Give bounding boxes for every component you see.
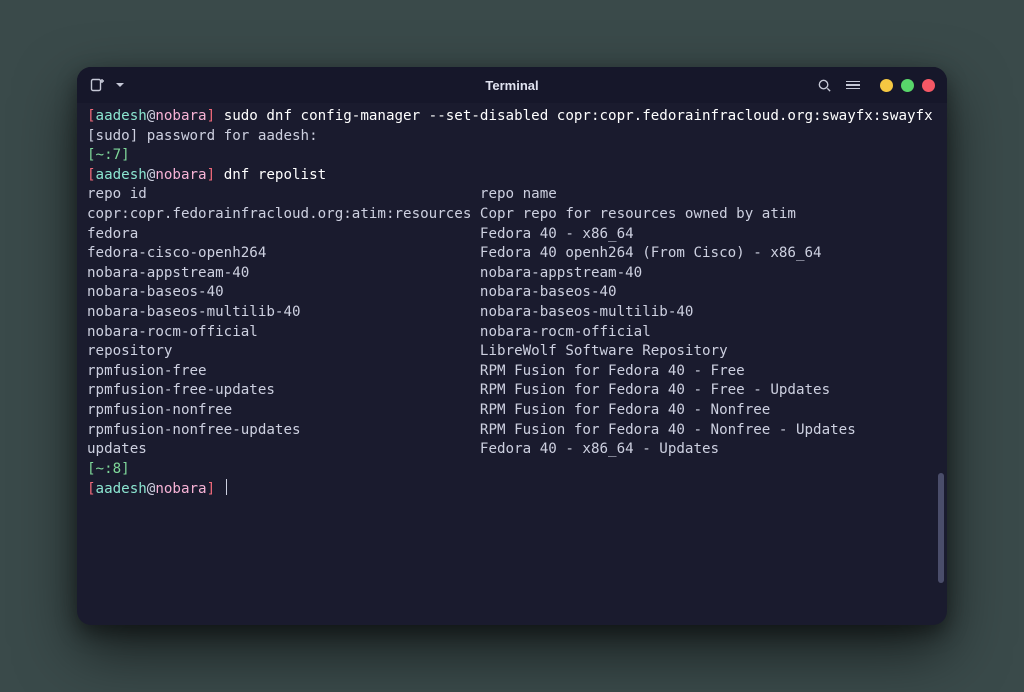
prompt-host: nobara xyxy=(155,167,206,183)
prompt-bracket-close: ] xyxy=(207,167,216,183)
output-sudo: [sudo] password for aadesh: xyxy=(87,128,318,144)
prompt-bracket-open: [ xyxy=(87,481,96,497)
close-button[interactable] xyxy=(922,79,935,92)
window-buttons xyxy=(880,79,935,92)
command-text: sudo dnf config-manager --set-disabled c… xyxy=(224,108,933,124)
new-tab-icon[interactable] xyxy=(89,77,105,93)
repo-row: nobara-appstream-40 nobara-appstream-40 xyxy=(87,265,642,281)
prompt-bracket-close: ] xyxy=(207,481,216,497)
repo-row: nobara-rocm-official nobara-rocm-officia… xyxy=(87,324,651,340)
repo-header: repo id repo name xyxy=(87,186,557,202)
repo-row: rpmfusion-nonfree-updates RPM Fusion for… xyxy=(87,422,856,438)
prompt-user: aadesh xyxy=(96,481,147,497)
repo-row: rpmfusion-free RPM Fusion for Fedora 40 … xyxy=(87,363,745,379)
time-marker: [~:8] xyxy=(87,461,130,477)
titlebar: Terminal xyxy=(77,67,947,103)
repo-row: repository LibreWolf Software Repository xyxy=(87,343,728,359)
maximize-button[interactable] xyxy=(901,79,914,92)
titlebar-left xyxy=(89,77,125,93)
terminal-window: Terminal [aadesh@nobara] sudo dnf config… xyxy=(77,67,947,625)
prompt-host: nobara xyxy=(155,108,206,124)
chevron-down-icon[interactable] xyxy=(115,80,125,90)
time-marker: [~:7] xyxy=(87,147,130,163)
repo-row: copr:copr.fedorainfracloud.org:atim:reso… xyxy=(87,206,796,222)
prompt-host: nobara xyxy=(155,481,206,497)
command-text: dnf repolist xyxy=(224,167,327,183)
prompt-bracket-close: ] xyxy=(207,108,216,124)
repo-row: updates Fedora 40 - x86_64 - Updates xyxy=(87,441,719,457)
repo-row: fedora Fedora 40 - x86_64 xyxy=(87,226,634,242)
repo-row: nobara-baseos-40 nobara-baseos-40 xyxy=(87,284,617,300)
prompt-bracket-open: [ xyxy=(87,167,96,183)
menu-icon[interactable] xyxy=(846,81,860,90)
repo-row: fedora-cisco-openh264 Fedora 40 openh264… xyxy=(87,245,822,261)
cursor xyxy=(226,479,228,495)
repo-row: nobara-baseos-multilib-40 nobara-baseos-… xyxy=(87,304,693,320)
prompt-user: aadesh xyxy=(96,108,147,124)
search-icon[interactable] xyxy=(817,78,832,93)
prompt-bracket-open: [ xyxy=(87,108,96,124)
repo-row: rpmfusion-nonfree RPM Fusion for Fedora … xyxy=(87,402,770,418)
terminal-body[interactable]: [aadesh@nobara] sudo dnf config-manager … xyxy=(77,103,947,625)
minimize-button[interactable] xyxy=(880,79,893,92)
repo-row: rpmfusion-free-updates RPM Fusion for Fe… xyxy=(87,382,830,398)
titlebar-right xyxy=(817,78,935,93)
scrollbar[interactable] xyxy=(938,473,944,583)
prompt-user: aadesh xyxy=(96,167,147,183)
